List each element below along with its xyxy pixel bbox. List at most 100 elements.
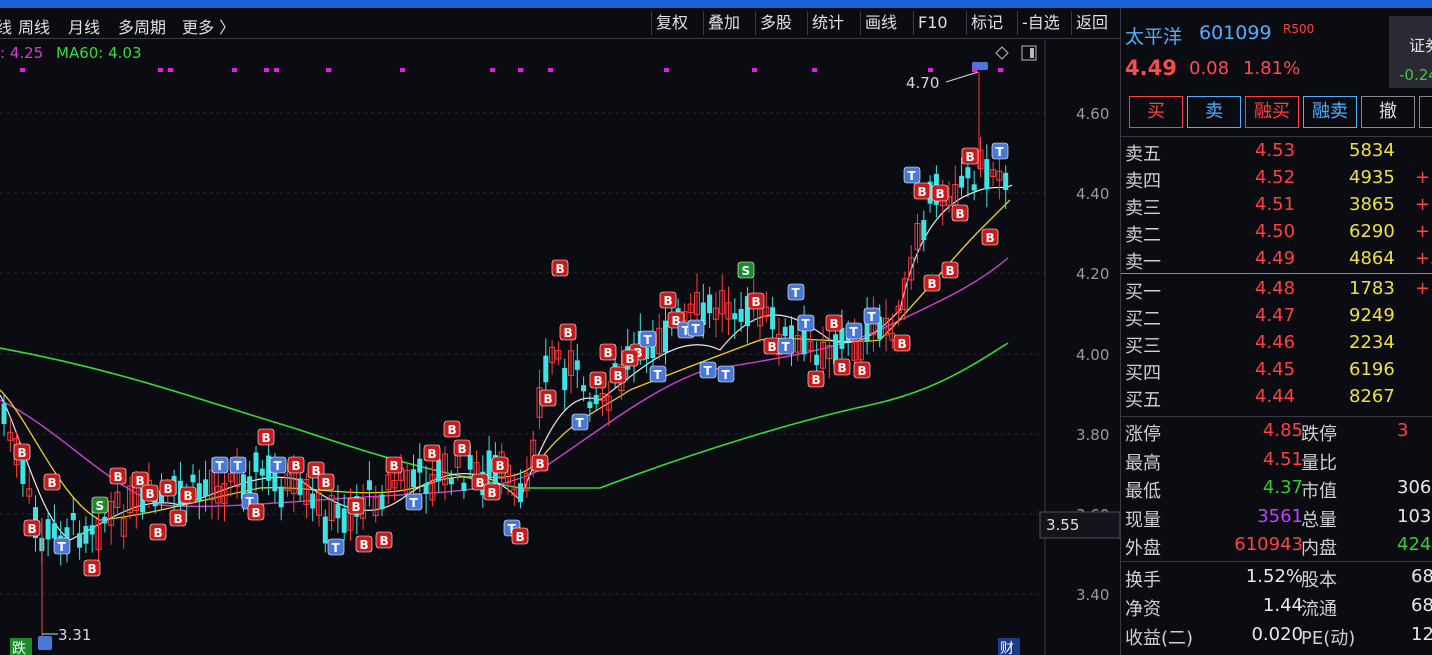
candle-body [411, 469, 416, 488]
signal-marker-letter: B [604, 346, 613, 360]
fin-row: 净资 1.44 流通 68 [1121, 593, 1432, 620]
period-fragment[interactable]: 线 [0, 14, 12, 38]
f10-button[interactable]: F10 [913, 11, 952, 35]
tongji-button[interactable]: 统计 [807, 11, 848, 35]
signal-marker-letter: B [146, 487, 155, 501]
sector-button[interactable]: 证券 -0.24 [1389, 16, 1432, 88]
candle-body [574, 360, 580, 370]
signal-marker-letter: B [966, 150, 975, 164]
signal-dot [400, 68, 405, 72]
stats-row: 最高 4.51 量比 [1121, 447, 1432, 474]
candle-body [732, 313, 738, 320]
current-price-label: 3.55 [1046, 516, 1079, 534]
candle-body [297, 478, 303, 496]
candle-body [190, 474, 196, 483]
bid-price: 4.46 [1255, 332, 1296, 353]
signal-dot [232, 68, 237, 72]
signal-marker-letter: B [458, 442, 467, 456]
candle-body [253, 452, 259, 473]
ask-change: + [1415, 194, 1431, 215]
candle-body [417, 458, 423, 473]
signal-marker-letter: B [956, 207, 965, 221]
signal-marker-letter: B [390, 459, 399, 473]
last-price: 4.49 [1125, 56, 1177, 80]
candle-body [70, 512, 76, 521]
cancel-order-button[interactable]: 撤 [1361, 96, 1415, 128]
signal-dots [20, 68, 1003, 72]
sell-button[interactable]: 卖 [1187, 96, 1241, 128]
divider [1121, 561, 1432, 562]
kline-chart[interactable]: 4.60 4.40 4.20 4.00 3.80 3.60 3.40 3.55 … [0, 40, 1120, 655]
signal-marker-letter: B [352, 500, 361, 514]
margin-sell-button[interactable]: 融卖 [1303, 96, 1357, 128]
signal-dot [972, 68, 977, 72]
signal-marker-letter: T [234, 459, 243, 473]
signal-marker-letter: B [918, 185, 927, 199]
stat-value: 3561 [1257, 505, 1303, 527]
bid-price: 4.47 [1255, 305, 1296, 326]
signal-dot [490, 68, 495, 72]
stat-value: 4.37 [1262, 477, 1303, 498]
signal-marker-letter: B [928, 277, 937, 291]
signal-dot [928, 68, 933, 72]
signal-marker-letter: B [536, 457, 545, 471]
signal-marker-letter: B [174, 512, 183, 526]
signal-marker-letter: B [626, 352, 635, 366]
period-more[interactable]: 更多 〉 [182, 14, 235, 38]
axis-tick: 4.40 [1076, 185, 1109, 203]
ask-row: 卖五 4.53 5834 [1121, 138, 1432, 165]
signal-marker-letter: B [476, 476, 485, 490]
signal-marker-letter: B [360, 538, 369, 552]
ask-price: 4.51 [1255, 194, 1296, 215]
signal-marker-letter: B [830, 317, 839, 331]
candle-body [965, 167, 971, 179]
top-accent-strip [0, 0, 1432, 8]
signal-marker-letter: B [154, 526, 163, 540]
bid-change: +1 [1415, 278, 1432, 299]
signal-marker-letter: T [216, 459, 225, 473]
bid-volume: 1783 [1349, 278, 1395, 299]
signal-dot [274, 68, 279, 72]
fin-value: 68 [1411, 595, 1432, 616]
period-weekly[interactable]: 周线 [18, 14, 50, 38]
biaoji-button[interactable]: 标记 [966, 11, 1007, 35]
diamond-icon[interactable] [995, 46, 1009, 60]
bid-row: 买三 4.46 2234 [1121, 330, 1432, 357]
period-monthly[interactable]: 月线 [68, 14, 100, 38]
back-button[interactable]: 返回 [1071, 11, 1112, 35]
divider [1121, 136, 1432, 137]
duogu-button[interactable]: 多股 [755, 11, 796, 35]
period-multi[interactable]: 多周期 [118, 14, 166, 38]
candle-body [436, 459, 442, 482]
diejia-button[interactable]: 叠加 [703, 11, 744, 35]
huaxian-button[interactable]: 画线 [860, 11, 901, 35]
signal-marker-letter: B [48, 476, 57, 490]
candle-body [782, 326, 788, 337]
signal-marker-letter: B [496, 459, 505, 473]
fin-label: 股本 [1301, 570, 1337, 591]
buy-button[interactable]: 买 [1129, 96, 1183, 128]
ask-label: 卖四 [1125, 171, 1161, 192]
more-order-button[interactable] [1419, 96, 1432, 128]
bid-price: 4.44 [1255, 386, 1296, 407]
margin-buy-button[interactable]: 融买 [1245, 96, 1299, 128]
bid-row: 买五 4.44 8267 [1121, 384, 1432, 411]
stat-value: 424 [1397, 534, 1432, 555]
candle-body [461, 482, 467, 492]
fin-value: 0.020 [1251, 624, 1303, 645]
candle-body [278, 486, 284, 508]
bid-volume: 9249 [1349, 305, 1395, 326]
stat-label: 内盘 [1301, 538, 1337, 559]
stat-label: 外盘 [1125, 538, 1161, 559]
signal-marker-letter: B [936, 187, 945, 201]
ask-volume: 5834 [1349, 140, 1395, 161]
bid-label: 买五 [1125, 390, 1161, 411]
axis-tick: 4.00 [1076, 346, 1109, 364]
candle-body [259, 468, 265, 476]
fuquan-button[interactable]: 复权 [651, 11, 692, 35]
signal-dot [664, 68, 669, 72]
signal-marker-letter: T [908, 169, 917, 183]
signal-dot [548, 68, 553, 72]
zixuan-button[interactable]: -自选 [1017, 11, 1064, 35]
signal-marker-letter: T [802, 317, 811, 331]
